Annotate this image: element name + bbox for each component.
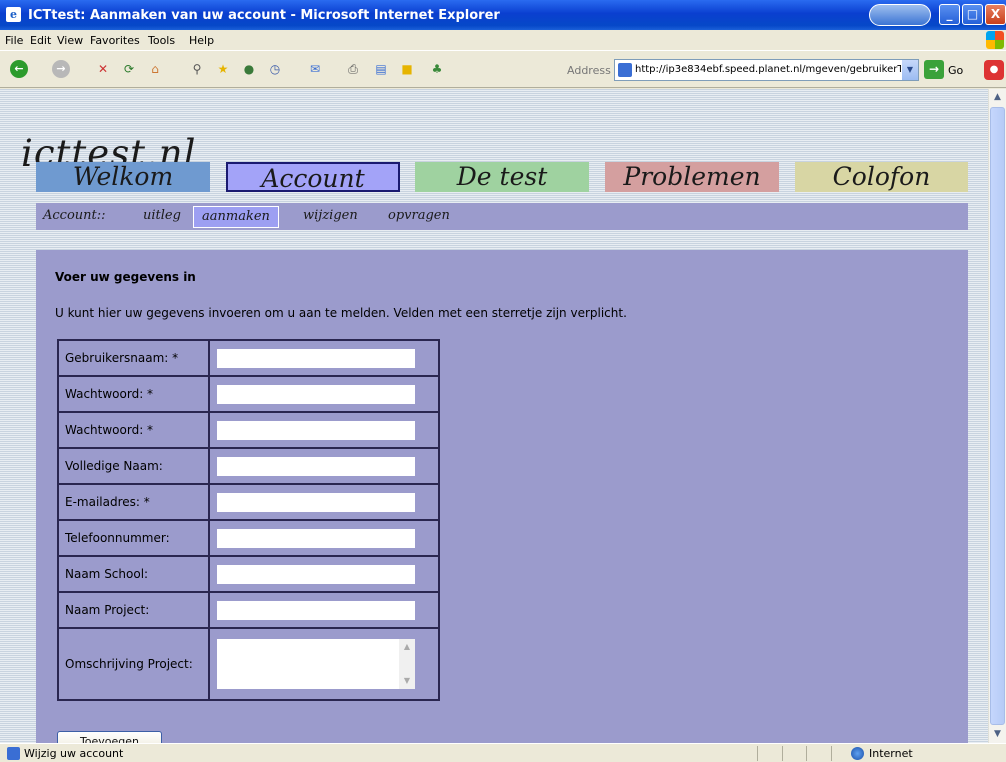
address-bar[interactable]: http://ip3e834ebf.speed.planet.nl/mgeven…: [614, 59, 919, 81]
security-zone: Internet: [851, 747, 913, 760]
scroll-up-icon[interactable]: ▲: [399, 639, 415, 655]
minimize-button[interactable]: _: [939, 4, 960, 25]
page-viewport: icttest.nl Welkom Account De test Proble…: [0, 89, 988, 743]
stop-icon[interactable]: ✕: [94, 60, 112, 78]
scroll-down-icon[interactable]: ▼: [989, 726, 1006, 743]
subnav-wijzigen[interactable]: wijzigen: [303, 206, 358, 226]
school-label: Naam School:: [57, 555, 210, 593]
subnav-opvragen[interactable]: opvragen: [388, 206, 450, 226]
subnav-uitleg[interactable]: uitleg: [143, 206, 181, 226]
email-label: E-mailadres: *: [57, 483, 210, 521]
phone-input[interactable]: [216, 527, 416, 549]
chevron-down-icon[interactable]: ▼: [901, 60, 918, 80]
windows-logo-icon: [986, 31, 1004, 49]
phone-label: Telefoonnummer:: [57, 519, 210, 557]
window-title: ICTtest: Aanmaken van uw account - Micro…: [28, 8, 500, 23]
email-input[interactable]: [216, 491, 416, 513]
page-icon: [7, 747, 20, 760]
messenger-icon[interactable]: ♣: [428, 60, 446, 78]
main-content: Voer uw gegevens in U kunt hier uw gegev…: [36, 250, 968, 743]
divider: [782, 746, 783, 761]
form-row: Naam Project:: [57, 591, 440, 629]
menu-help[interactable]: Help: [189, 34, 214, 47]
status-bar: Wijzig uw account Internet: [0, 743, 1006, 762]
favorites-icon[interactable]: ★: [214, 60, 232, 78]
search-icon[interactable]: ⚲: [188, 60, 206, 78]
account-form: Gebruikersnaam: * Wachtwoord: * Wachtwoo…: [57, 339, 440, 701]
menu-bar: File Edit View Favorites Tools Help: [0, 30, 1006, 51]
edit-icon[interactable]: ▤: [372, 60, 390, 78]
maximize-button[interactable]: □: [962, 4, 983, 25]
form-row: Wachtwoord: *: [57, 375, 440, 413]
media-control-icon[interactable]: [869, 4, 931, 26]
page-icon: [618, 63, 632, 77]
address-label: Address: [567, 64, 611, 77]
page-scrollbar[interactable]: ▲ ▼: [988, 89, 1006, 743]
ie-logo-icon: e: [6, 7, 21, 22]
title-bar: e ICTtest: Aanmaken van uw account - Mic…: [0, 0, 1006, 30]
toolbar: ← → ✕ ⟳ ⌂ ⚲ ★ ● ◷ ✉ ⎙ ▤ ■ ♣ Address http…: [0, 52, 1006, 88]
forward-icon[interactable]: →: [52, 60, 70, 78]
close-button[interactable]: X: [985, 4, 1006, 25]
go-arrow-icon[interactable]: →: [924, 60, 944, 79]
discuss-icon[interactable]: ■: [398, 60, 416, 78]
password-label: Wachtwoord: *: [57, 375, 210, 413]
go-button[interactable]: Go: [948, 64, 963, 77]
nav-de-test[interactable]: De test: [415, 162, 589, 192]
divider: [806, 746, 807, 761]
form-row: Volledige Naam:: [57, 447, 440, 485]
form-heading: Voer uw gegevens in: [55, 270, 196, 284]
full-name-input[interactable]: [216, 455, 416, 477]
project-name-input[interactable]: [216, 599, 416, 621]
password-input[interactable]: [216, 383, 416, 405]
project-description-textarea[interactable]: ▲ ▼: [216, 638, 416, 690]
username-input[interactable]: [216, 347, 416, 369]
menu-edit[interactable]: Edit: [30, 34, 51, 47]
print-icon[interactable]: ⎙: [344, 60, 362, 78]
media-icon[interactable]: ●: [240, 60, 258, 78]
menu-view[interactable]: View: [57, 34, 83, 47]
refresh-icon[interactable]: ⟳: [120, 60, 138, 78]
form-row: Omschrijving Project: ▲ ▼: [57, 627, 440, 701]
zone-label: Internet: [869, 747, 913, 760]
divider: [831, 746, 832, 761]
history-icon[interactable]: ◷: [266, 60, 284, 78]
form-row: E-mailadres: *: [57, 483, 440, 521]
globe-icon: [851, 747, 864, 760]
form-intro: U kunt hier uw gegevens invoeren om u aa…: [55, 306, 627, 320]
home-icon[interactable]: ⌂: [146, 60, 164, 78]
password-confirm-label: Wachtwoord: *: [57, 411, 210, 449]
password-confirm-input[interactable]: [216, 419, 416, 441]
username-label: Gebruikersnaam: *: [57, 339, 210, 377]
menu-tools[interactable]: Tools: [148, 34, 175, 47]
submit-button[interactable]: Toevoegen: [57, 731, 162, 743]
project-name-label: Naam Project:: [57, 591, 210, 629]
subnav-prefix: Account::: [43, 208, 106, 223]
toolbar-extension-icon[interactable]: ●: [984, 60, 1004, 80]
status-text: Wijzig uw account: [24, 747, 124, 760]
textarea-scrollbar[interactable]: ▲ ▼: [399, 639, 415, 689]
form-row: Telefoonnummer:: [57, 519, 440, 557]
scroll-thumb[interactable]: [990, 107, 1005, 725]
nav-problemen[interactable]: Problemen: [605, 162, 779, 192]
divider: [757, 746, 758, 761]
nav-colofon[interactable]: Colofon: [795, 162, 968, 192]
menu-favorites[interactable]: Favorites: [90, 34, 140, 47]
nav-account[interactable]: Account: [226, 162, 400, 193]
scroll-up-icon[interactable]: ▲: [989, 89, 1006, 106]
project-description-label: Omschrijving Project:: [57, 627, 210, 701]
nav-welkom[interactable]: Welkom: [36, 162, 210, 192]
scroll-down-icon[interactable]: ▼: [399, 673, 415, 689]
full-name-label: Volledige Naam:: [57, 447, 210, 485]
mail-icon[interactable]: ✉: [306, 60, 324, 78]
address-url: http://ip3e834ebf.speed.planet.nl/mgeven…: [635, 64, 908, 75]
sub-navigation: Account:: uitleg aanmaken wijzigen opvra…: [36, 203, 968, 230]
subnav-aanmaken[interactable]: aanmaken: [193, 206, 279, 228]
menu-file[interactable]: File: [5, 34, 23, 47]
form-row: Wachtwoord: *: [57, 411, 440, 449]
form-row: Gebruikersnaam: *: [57, 339, 440, 377]
school-input[interactable]: [216, 563, 416, 585]
back-icon[interactable]: ←: [10, 60, 28, 78]
form-row: Naam School:: [57, 555, 440, 593]
